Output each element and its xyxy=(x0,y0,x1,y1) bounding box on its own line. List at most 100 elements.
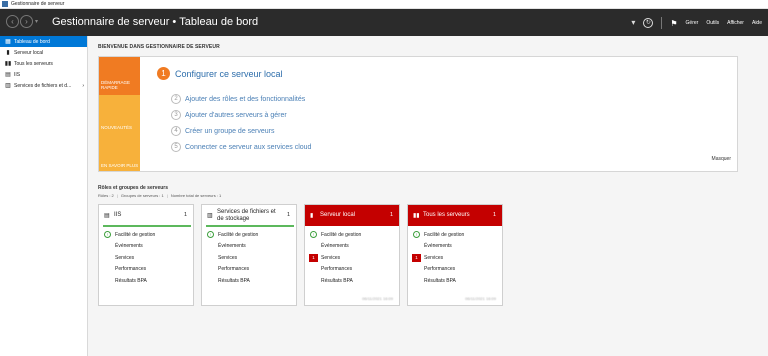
row-label: Résultats BPA xyxy=(321,277,353,284)
row-label: Facilité de gestion xyxy=(115,231,156,238)
row-manageability[interactable]: ↑ Facilité de gestion xyxy=(202,229,296,241)
breadcrumb-page: Tableau de bord xyxy=(179,16,259,28)
tile-file-services[interactable]: ▥ Services de fichiers et de stockage 1 … xyxy=(201,204,297,306)
step-number: 3 xyxy=(171,110,181,120)
menu-help[interactable]: Aide xyxy=(752,20,762,26)
row-label: Services xyxy=(424,254,444,261)
alert-count-badge: 1 xyxy=(412,253,421,262)
step-link[interactable]: Configurer ce serveur local xyxy=(175,69,283,79)
row-manageability[interactable]: ↑ Facilité de gestion xyxy=(408,229,502,241)
window-title: Gestionnaire de serveur xyxy=(11,1,65,7)
tile-count: 1 xyxy=(286,212,290,218)
hide-link[interactable]: Masquer xyxy=(712,156,731,162)
iis-icon: ▤ xyxy=(104,213,110,219)
step-create-group[interactable]: 4 Créer un groupe de serveurs xyxy=(171,126,275,136)
forward-icon[interactable]: › xyxy=(20,15,33,28)
header-toolbar: ▾ ↻ ⚑ Gérer Outils Afficher Aide xyxy=(631,17,762,29)
tile-header[interactable]: ▮▮ Tous les serveurs 1 xyxy=(408,205,502,226)
row-bpa-results[interactable]: Résultats BPA xyxy=(99,275,193,287)
refresh-icon[interactable]: ↻ xyxy=(643,18,654,28)
step-connect-cloud[interactable]: 5 Connecter ce serveur aux services clou… xyxy=(171,142,311,152)
row-manageability[interactable]: ↑ Facilité de gestion xyxy=(99,229,193,241)
tile-header[interactable]: ▮ Serveur local 1 xyxy=(305,205,399,226)
row-label: Résultats BPA xyxy=(424,277,456,284)
tile-name: Services de fichiers et de stockage xyxy=(217,208,276,222)
step-link[interactable]: Ajouter des rôles et des fonctionnalités xyxy=(185,96,305,103)
tile-header[interactable]: ▤ IIS 1 xyxy=(99,205,193,226)
servers-icon: ▮▮ xyxy=(413,213,420,219)
status-ok-bar xyxy=(103,225,191,227)
row-events[interactable]: Événements xyxy=(305,241,399,253)
band-learn-more[interactable]: EN SAVOIR PLUS xyxy=(99,133,140,171)
chevron-down-icon[interactable]: ▾ xyxy=(631,18,635,28)
check-icon: ↑ xyxy=(104,231,111,239)
roles-title: Rôles et groupes de serveurs xyxy=(98,185,169,191)
row-label: Facilité de gestion xyxy=(321,231,362,238)
dashboard-main: BIENVENUE DANS GESTIONNAIRE DE SERVEUR D… xyxy=(88,36,768,356)
step-configure-local-server[interactable]: 1 Configurer ce serveur local xyxy=(157,67,283,80)
row-services[interactable]: Services xyxy=(99,252,193,264)
row-label: Événements xyxy=(218,243,246,250)
sidebar-item-label: IIS xyxy=(14,71,21,78)
check-icon: ↑ xyxy=(413,231,420,239)
sidebar-item-all-servers[interactable]: ▮▮ Tous les serveurs xyxy=(0,58,87,69)
welcome-title: BIENVENUE DANS GESTIONNAIRE DE SERVEUR xyxy=(98,44,220,50)
step-link[interactable]: Ajouter d'autres serveurs à gérer xyxy=(185,112,287,119)
row-label: Performances xyxy=(218,266,250,273)
menu-manage[interactable]: Gérer xyxy=(686,20,699,26)
row-performance[interactable]: Performances xyxy=(408,264,502,276)
band-label: DÉMARRAGE RAPIDE xyxy=(101,80,131,90)
tile-name: Serveur local xyxy=(320,212,356,218)
row-events[interactable]: Événements xyxy=(99,241,193,253)
tile-all-servers[interactable]: ▮▮ Tous les serveurs 1 ↑ Facilité de gest… xyxy=(407,204,503,306)
row-performance[interactable]: Performances xyxy=(305,264,399,276)
row-bpa-results[interactable]: Résultats BPA xyxy=(202,275,296,287)
sidebar-item-label: Services de fichiers et d... xyxy=(14,82,72,89)
row-label: Performances xyxy=(424,266,456,273)
row-label: Événements xyxy=(321,243,349,250)
menu-tools[interactable]: Outils xyxy=(706,20,719,26)
back-icon[interactable]: ‹ xyxy=(6,15,19,28)
server-icon: ▮ xyxy=(6,50,10,56)
row-services[interactable]: 1 Services xyxy=(305,252,399,264)
row-label: Résultats BPA xyxy=(115,277,147,284)
breadcrumb: Gestionnaire de serveur • Tableau de bord xyxy=(52,15,258,29)
sidebar-item-label: Serveur local xyxy=(14,49,44,56)
check-icon: ↑ xyxy=(310,231,317,239)
tile-iis[interactable]: ▤ IIS 1 ↑ Facilité de gestion Événements … xyxy=(98,204,194,306)
band-quick-start[interactable]: DÉMARRAGE RAPIDE xyxy=(99,57,140,95)
alert-count-badge: 1 xyxy=(309,253,318,262)
row-performance[interactable]: Performances xyxy=(202,264,296,276)
row-events[interactable]: Événements xyxy=(202,241,296,253)
step-number: 2 xyxy=(171,94,181,104)
history-dropdown-icon[interactable]: ▾ xyxy=(35,18,38,25)
step-add-roles[interactable]: 2 Ajouter des rôles et des fonctionnalit… xyxy=(171,94,305,104)
menu-view[interactable]: Afficher xyxy=(727,20,744,26)
roles-count: Rôles : 2 xyxy=(98,193,114,198)
band-whats-new[interactable]: NOUVEAUTÉS xyxy=(99,95,140,133)
row-performance[interactable]: Performances xyxy=(99,264,193,276)
chevron-right-icon[interactable]: › xyxy=(82,83,84,89)
groups-count: Groupes de serveurs : 1 xyxy=(120,193,164,198)
tile-local-server[interactable]: ▮ Serveur local 1 ↑ Facilité de gestion É… xyxy=(304,204,400,306)
step-link[interactable]: Créer un groupe de serveurs xyxy=(185,128,275,135)
sidebar-item-iis[interactable]: ▤ IIS xyxy=(0,69,87,80)
roles-summary: Rôles : 2 | Groupes de serveurs : 1 | Nombre… xyxy=(98,193,222,198)
files-icon: ▥ xyxy=(207,213,213,219)
sidebar-item-file-services[interactable]: ▥ Services de fichiers et d... › xyxy=(0,80,87,91)
files-icon: ▥ xyxy=(5,83,11,89)
row-bpa-results[interactable]: Résultats BPA xyxy=(408,275,502,287)
sidebar-item-local-server[interactable]: ▮ Serveur local xyxy=(0,47,87,58)
server-manager-icon xyxy=(2,1,8,7)
step-add-servers[interactable]: 3 Ajouter d'autres serveurs à gérer xyxy=(171,110,287,120)
row-services[interactable]: Services xyxy=(202,252,296,264)
sidebar-item-dashboard[interactable]: ▦ Tableau de bord xyxy=(0,36,87,47)
notifications-flag-icon[interactable]: ⚑ xyxy=(670,19,677,28)
row-bpa-results[interactable]: Résultats BPA xyxy=(305,275,399,287)
tile-header[interactable]: ▥ Services de fichiers et de stockage 1 xyxy=(202,205,296,226)
row-services[interactable]: 1 Services xyxy=(408,252,502,264)
row-events[interactable]: Événements xyxy=(408,241,502,253)
step-link[interactable]: Connecter ce serveur aux services cloud xyxy=(185,144,311,151)
row-label: Résultats BPA xyxy=(218,277,250,284)
row-manageability[interactable]: ↑ Facilité de gestion xyxy=(305,229,399,241)
